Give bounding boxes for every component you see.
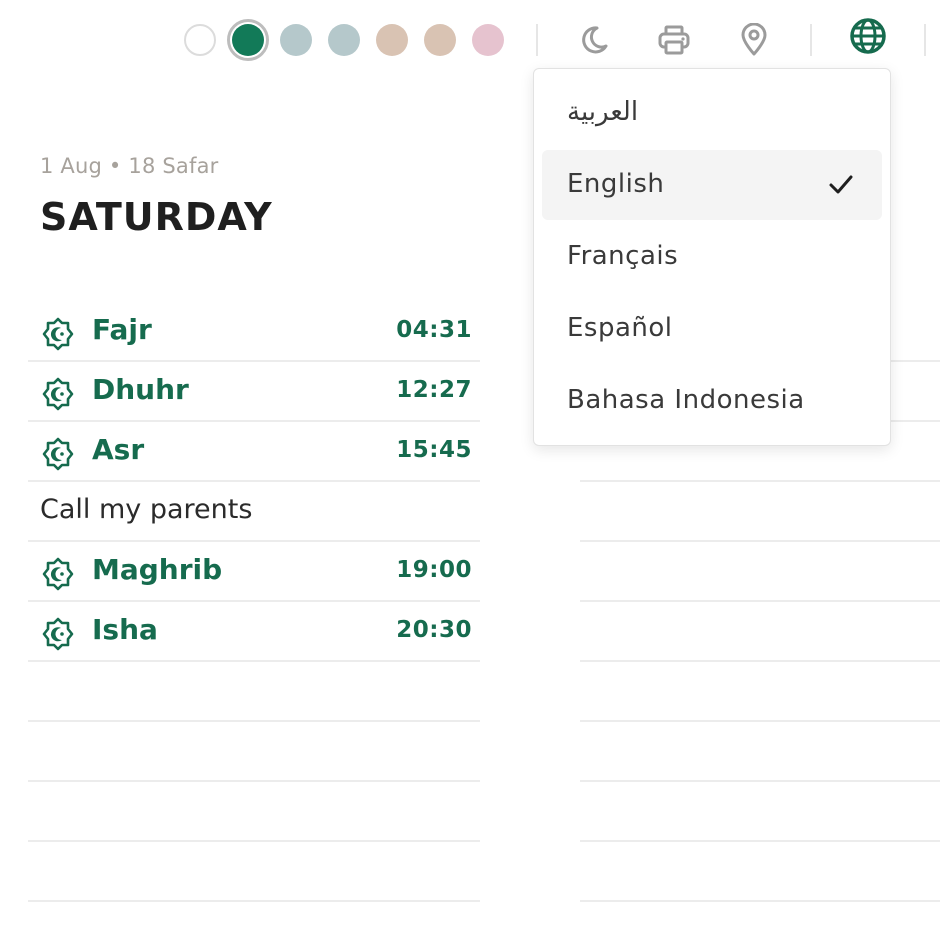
- print-button[interactable]: [654, 20, 694, 60]
- ruled-line: [580, 900, 940, 902]
- mosque-crescent-icon: [42, 557, 74, 591]
- theme-swatch-sand-2[interactable]: [424, 24, 456, 56]
- language-button[interactable]: [848, 16, 888, 56]
- language-label: English: [567, 169, 665, 199]
- prayer-time: 12:27: [396, 377, 472, 403]
- theme-swatch-blue-grey[interactable]: [280, 24, 312, 56]
- theme-swatch-pink[interactable]: [472, 24, 504, 56]
- location-button[interactable]: [734, 20, 774, 60]
- theme-swatch-white[interactable]: [184, 24, 216, 56]
- dark-mode-button[interactable]: [574, 20, 614, 60]
- prayer-row-maghrib[interactable]: Maghrib 19:00: [28, 542, 480, 602]
- prayer-name: Asr: [92, 433, 145, 466]
- mosque-crescent-icon: [42, 377, 74, 411]
- prayer-time: 20:30: [396, 617, 472, 643]
- prayer-name: Fajr: [92, 313, 152, 346]
- ruled-line: [580, 720, 940, 722]
- date-subtitle: 1 Aug • 18 Safar: [40, 154, 219, 178]
- note-text[interactable]: Call my parents: [40, 494, 252, 525]
- mosque-crescent-icon: [42, 617, 74, 651]
- moon-icon: [582, 26, 608, 54]
- prayer-time: 04:31: [396, 317, 472, 343]
- toolbar-divider: [536, 24, 538, 56]
- empty-row[interactable]: [28, 782, 480, 842]
- theme-swatch-sand[interactable]: [376, 24, 408, 56]
- globe-icon: [850, 18, 886, 54]
- toolbar-divider: [924, 24, 926, 56]
- prayer-time: 15:45: [396, 437, 472, 463]
- theme-swatch-green[interactable]: [227, 19, 269, 61]
- language-menu: العربية English Français Español Bahasa …: [533, 68, 891, 446]
- ruled-line: [580, 540, 940, 542]
- language-option-arabic[interactable]: العربية: [542, 78, 882, 148]
- language-option-english[interactable]: English: [542, 150, 882, 220]
- language-option-indonesian[interactable]: Bahasa Indonesia: [542, 366, 882, 436]
- ruled-line: [580, 780, 940, 782]
- note-row[interactable]: Call my parents: [28, 482, 480, 542]
- language-label: Bahasa Indonesia: [567, 385, 805, 415]
- toolbar-divider: [810, 24, 812, 56]
- prayer-row-asr[interactable]: Asr 15:45: [28, 422, 480, 482]
- location-pin-icon: [741, 23, 767, 56]
- prayer-row-dhuhr[interactable]: Dhuhr 12:27: [28, 362, 480, 422]
- ruled-line: [580, 480, 940, 482]
- ruled-line: [580, 600, 940, 602]
- language-label: العربية: [567, 97, 639, 127]
- mosque-crescent-icon: [42, 437, 74, 471]
- prayer-name: Maghrib: [92, 553, 223, 586]
- language-option-french[interactable]: Français: [542, 222, 882, 292]
- prayer-time: 19:00: [396, 557, 472, 583]
- language-label: Español: [567, 313, 673, 343]
- ruled-line: [580, 660, 940, 662]
- empty-row[interactable]: [28, 842, 480, 902]
- checkmark-icon: [829, 175, 853, 194]
- prayer-row-fajr[interactable]: Fajr 04:31: [28, 302, 480, 362]
- ruled-line: [580, 840, 940, 842]
- mosque-crescent-icon: [42, 317, 74, 351]
- prayer-row-isha[interactable]: Isha 20:30: [28, 602, 480, 662]
- prayer-name: Isha: [92, 613, 158, 646]
- language-option-spanish[interactable]: Español: [542, 294, 882, 364]
- empty-row[interactable]: [28, 662, 480, 722]
- language-label: Français: [567, 241, 679, 271]
- day-title: SATURDAY: [40, 195, 273, 239]
- printer-icon: [658, 25, 690, 55]
- theme-swatch-blue-grey-2[interactable]: [328, 24, 360, 56]
- empty-row[interactable]: [28, 722, 480, 782]
- prayer-name: Dhuhr: [92, 373, 189, 406]
